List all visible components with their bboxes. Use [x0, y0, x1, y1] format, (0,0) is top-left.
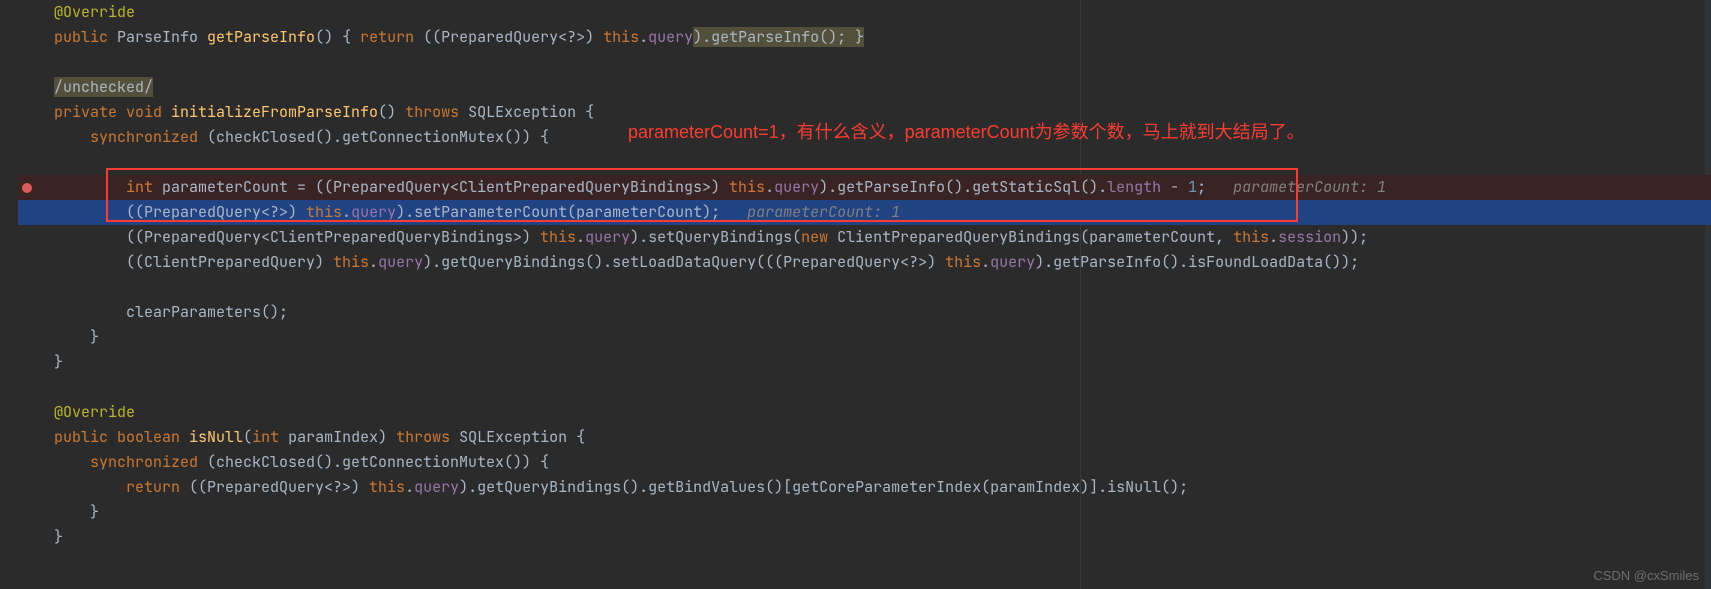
inline-hint: parameterCount: 1 — [1233, 177, 1386, 197]
annotation-text: parameterCount=1，有什么含义，parameterCount为参数… — [628, 118, 1305, 144]
code-line-current[interactable]: ((PreparedQuery<?>) this.query).setParam… — [18, 200, 1711, 225]
code-line[interactable]: ((PreparedQuery<ClientPreparedQueryBindi… — [18, 225, 1711, 250]
annotation-override: @Override — [54, 2, 135, 22]
code-editor[interactable]: @Override public ParseInfo getParseInfo(… — [0, 0, 1711, 589]
code-line[interactable]: } — [18, 500, 1711, 525]
code-line[interactable] — [18, 150, 1711, 175]
code-line[interactable]: } — [18, 525, 1711, 550]
code-line[interactable]: } — [18, 350, 1711, 375]
code-line[interactable]: return ((PreparedQuery<?>) this.query).g… — [18, 475, 1711, 500]
code-line[interactable]: public ParseInfo getParseInfo() { return… — [18, 25, 1711, 50]
code-line[interactable] — [18, 375, 1711, 400]
code-line[interactable]: @Override — [18, 0, 1711, 25]
code-line[interactable] — [18, 50, 1711, 75]
breakpoint-icon[interactable] — [22, 183, 32, 193]
suppress-warning: /unchecked/ — [54, 77, 153, 97]
code-line[interactable]: } — [18, 325, 1711, 350]
annotation-override: @Override — [54, 402, 135, 422]
code-area[interactable]: @Override public ParseInfo getParseInfo(… — [0, 0, 1711, 550]
watermark: CSDN @cxSmiles — [1593, 568, 1699, 583]
code-line[interactable]: /unchecked/ — [18, 75, 1711, 100]
inline-hint: parameterCount: 1 — [747, 202, 900, 222]
code-line-breakpoint[interactable]: int parameterCount = ((PreparedQuery<Cli… — [18, 175, 1711, 200]
code-line[interactable]: ((ClientPreparedQuery) this.query).getQu… — [18, 250, 1711, 275]
code-line[interactable]: synchronized (checkClosed().getConnectio… — [18, 450, 1711, 475]
code-line[interactable]: @Override — [18, 400, 1711, 425]
code-line[interactable]: clearParameters(); — [18, 300, 1711, 325]
code-line[interactable]: public boolean isNull(int paramIndex) th… — [18, 425, 1711, 450]
code-line[interactable] — [18, 275, 1711, 300]
